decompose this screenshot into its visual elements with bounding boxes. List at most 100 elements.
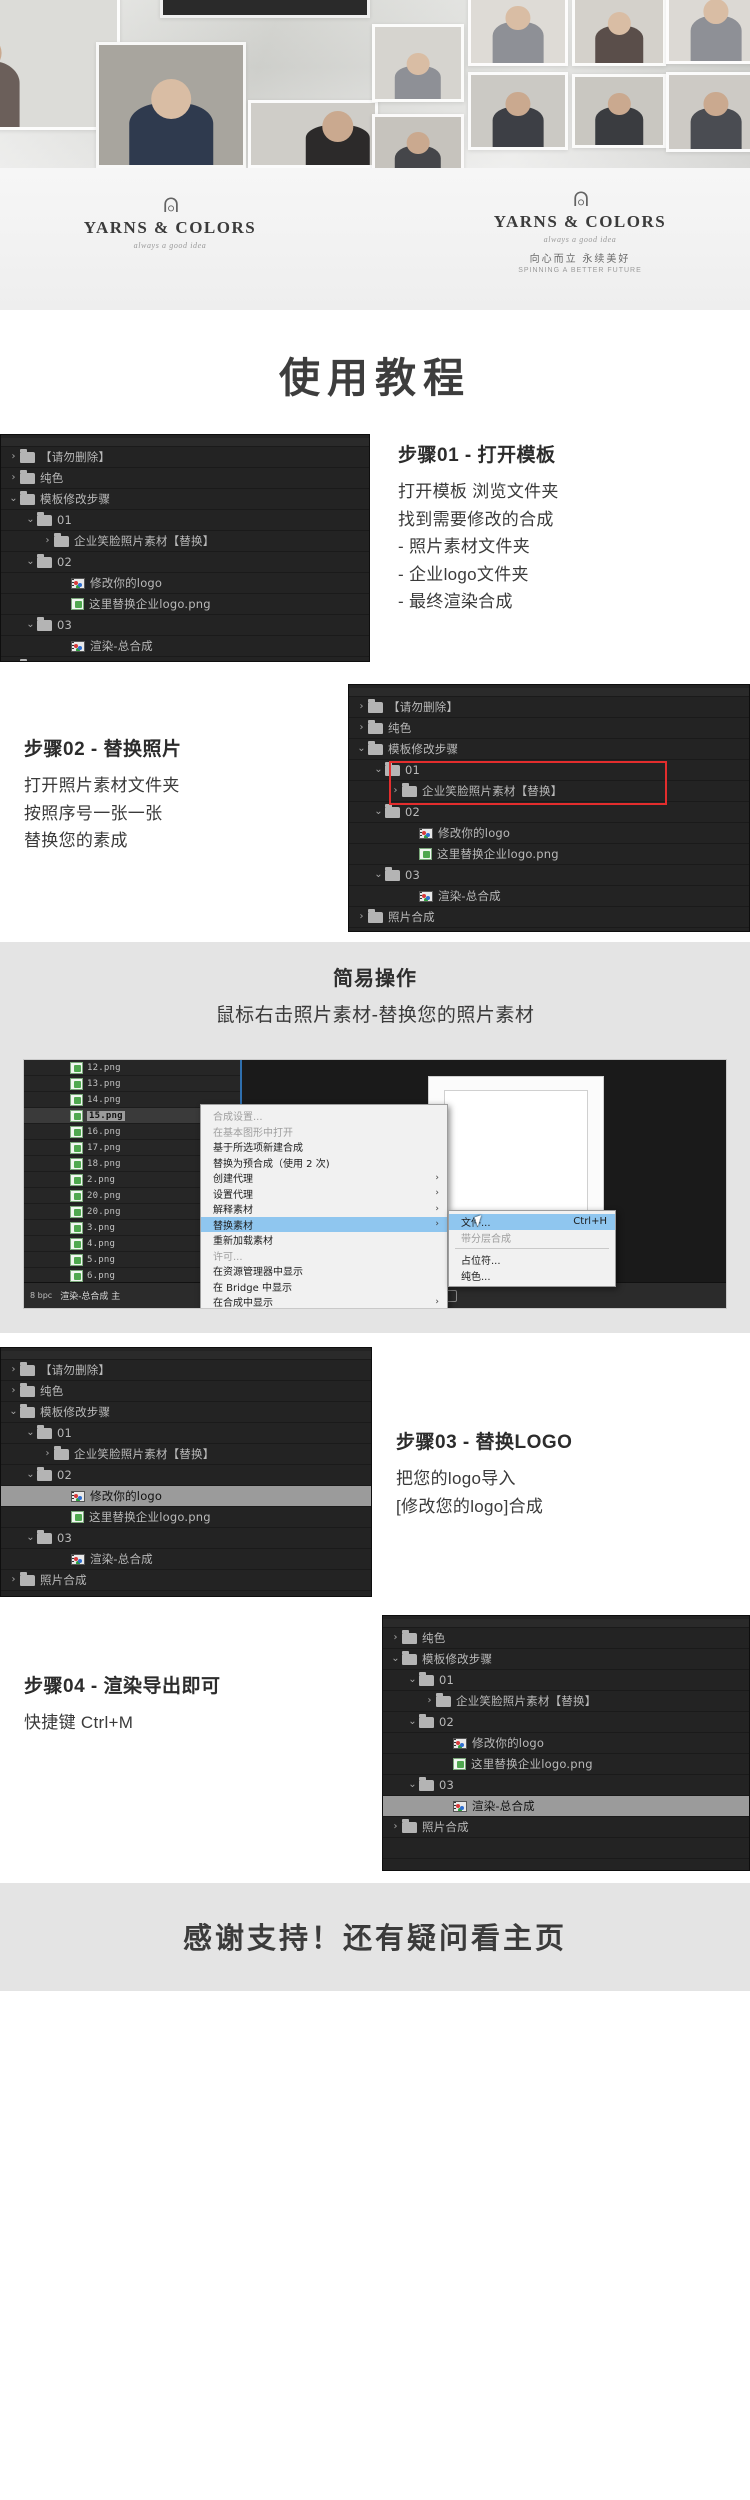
tree-row[interactable]: ⌄ 模板修改步骤 [383,1649,749,1670]
twirl-arrow-icon[interactable]: › [389,1633,402,1643]
twirl-arrow-icon[interactable]: ⌄ [406,1780,419,1790]
twirl-arrow-icon[interactable]: › [355,702,368,712]
twirl-arrow-icon[interactable]: ⌄ [372,870,385,880]
video-tile [666,0,750,64]
project-panel-step03[interactable]: › 【请勿删除】 › 纯色 ⌄ 模板修改步骤 ⌄ 01 › 企业笑脸照片素材【替换】 ⌄ 02 修改你的… [0,1347,372,1597]
twirl-arrow-icon[interactable]: ⌄ [355,744,368,754]
tree-row[interactable]: ⌄ 01 [1,1423,371,1444]
file-list-item[interactable]: 12.png [24,1060,240,1076]
tree-row[interactable]: ⌄ 模板修改步骤 [1,489,369,510]
twirl-arrow-icon[interactable]: ⌄ [372,807,385,817]
twirl-arrow-icon[interactable]: ⌄ [7,1407,20,1417]
twirl-arrow-icon[interactable]: ⌄ [24,1470,37,1480]
tree-row[interactable]: ›照片合成 [1,657,369,661]
context-menu-item[interactable]: 替换为预合成（使用 2 次) [201,1155,447,1171]
tree-row[interactable]: › 纯色 [1,1381,371,1402]
context-menu-item[interactable]: 在合成中显示 › [201,1294,447,1308]
tree-row[interactable]: 渲染-总合成 [349,886,749,907]
tree-row[interactable]: ⌄ 模板修改步骤 [349,739,749,760]
twirl-arrow-icon[interactable]: ⌄ [24,515,37,525]
tree-row[interactable]: ⌄ 03 [1,615,369,636]
tree-row[interactable]: 这里替换企业logo.png [349,844,749,865]
tree-row[interactable]: 修改你的logo [383,1733,749,1754]
tree-row[interactable]: 修改你的logo [1,1486,371,1507]
tree-row[interactable]: › 企业笑脸照片素材【替换】 [1,1444,371,1465]
tree-row[interactable]: ⌄ 01 [1,510,369,531]
submenu-item[interactable]: 占位符... [449,1252,615,1268]
twirl-arrow-icon[interactable]: ⌄ [406,1717,419,1727]
twirl-arrow-icon[interactable]: › [7,1575,20,1585]
twirl-arrow-icon[interactable]: ⌄ [7,494,20,504]
tree-row[interactable]: › 企业笑脸照片素材【替换】 [383,1691,749,1712]
context-menu-item[interactable]: 合成设置... [201,1108,447,1124]
tree-row[interactable]: › 【请勿删除】 [1,447,369,468]
tree-row[interactable]: 渲染-总合成 [1,636,369,657]
tree-row[interactable]: ⌄ 01 [349,760,749,781]
tree-row[interactable]: 渲染-总合成 [1,1549,371,1570]
context-menu-item[interactable]: 解释素材 › [201,1201,447,1217]
tree-row[interactable]: 这里替换企业logo.png [1,594,369,615]
tree-row[interactable]: › 企业笑脸照片素材【替换】 [1,531,369,552]
context-menu-item[interactable]: 在资源管理器中显示 [201,1263,447,1279]
twirl-arrow-icon[interactable]: › [423,1696,436,1706]
twirl-arrow-icon[interactable]: › [355,912,368,922]
tree-row[interactable]: 这里替换企业logo.png [383,1754,749,1775]
tree-row[interactable]: ⌄ 01 [383,1670,749,1691]
tree-row[interactable]: › 纯色 [1,468,369,489]
replace-footage-submenu[interactable]: 文件... Ctrl+H 带分层合成 占位符... 纯色... [448,1210,616,1287]
twirl-arrow-icon[interactable]: › [41,536,54,546]
tree-row[interactable]: › 纯色 [383,1628,749,1649]
tree-row[interactable]: 这里替换企业logo.png [1,1507,371,1528]
project-panel-step04[interactable]: › 纯色 ⌄ 模板修改步骤 ⌄ 01 › 企业笑脸照片素材【替换】 ⌄ 02 修改你的logo 这里替… [382,1615,750,1871]
file-list-item[interactable]: 13.png [24,1076,240,1092]
twirl-arrow-icon[interactable]: › [355,723,368,733]
tree-row[interactable]: ⌄ 02 [383,1712,749,1733]
context-menu-item[interactable]: 在 Bridge 中显示 [201,1279,447,1295]
twirl-arrow-icon[interactable]: › [7,473,20,483]
after-effects-screenshot[interactable]: 12.png 13.png 14.png 15.png 16.png 17.png 18.p… [23,1059,727,1309]
context-menu-item[interactable]: 创建代理 › [201,1170,447,1186]
project-panel-step01[interactable]: › 【请勿删除】 › 纯色 ⌄ 模板修改步骤 ⌄ 01 › 企业笑脸照片素材【替换】 ⌄ 02 修改你的… [0,434,370,662]
tree-row[interactable]: ›照片合成 [383,1817,749,1838]
png-file-icon [70,1221,83,1234]
context-menu-item[interactable]: 在基本图形中打开 [201,1124,447,1140]
tree-row[interactable]: › 企业笑脸照片素材【替换】 [349,781,749,802]
tree-row[interactable]: ›照片合成 [1,1570,371,1591]
submenu-item[interactable]: 纯色... [449,1268,615,1284]
tree-row[interactable]: ⌄ 模板修改步骤 [1,1402,371,1423]
submenu-item[interactable]: 带分层合成 [449,1230,615,1246]
twirl-arrow-icon[interactable]: ⌄ [389,1654,402,1664]
tree-row[interactable]: › 【请勿删除】 [1,1360,371,1381]
tree-row[interactable]: ⌄ 03 [349,865,749,886]
twirl-arrow-icon[interactable]: › [389,1822,402,1832]
project-panel-step02[interactable]: › 【请勿删除】 › 纯色 ⌄ 模板修改步骤 ⌄ 01 › 企业笑脸照片素材【替换】 ⌄ 02 修改你的… [348,684,750,932]
tree-row[interactable]: ⌄ 02 [349,802,749,823]
twirl-arrow-icon[interactable]: ⌄ [24,1533,37,1543]
twirl-arrow-icon[interactable]: ⌄ [24,620,37,630]
context-menu[interactable]: 合成设置... 在基本图形中打开 基于所选项新建合成 替换为预合成（使用 2 次) 创建… [200,1104,448,1308]
context-menu-item[interactable]: 许可... [201,1248,447,1264]
twirl-arrow-icon[interactable]: ⌄ [24,1428,37,1438]
twirl-arrow-icon[interactable]: ⌄ [372,765,385,775]
twirl-arrow-icon[interactable]: › [7,1386,20,1396]
tree-row[interactable]: 渲染-总合成 [383,1796,749,1817]
context-menu-item[interactable]: 基于所选项新建合成 [201,1139,447,1155]
context-menu-item[interactable]: 替换素材 › [201,1216,447,1232]
twirl-arrow-icon[interactable]: ⌄ [24,557,37,567]
twirl-arrow-icon[interactable]: ⌄ [406,1675,419,1685]
twirl-arrow-icon[interactable]: › [7,452,20,462]
tree-row[interactable]: ⌄ 03 [383,1775,749,1796]
tree-row[interactable]: ›照片合成 [349,907,749,928]
twirl-arrow-icon[interactable]: › [389,786,402,796]
tree-row[interactable]: 修改你的logo [349,823,749,844]
context-menu-item[interactable]: 设置代理 › [201,1186,447,1202]
tree-row[interactable]: › 纯色 [349,718,749,739]
tree-row[interactable]: 修改你的logo [1,573,369,594]
tree-row[interactable]: ⌄ 02 [1,1465,371,1486]
tree-row[interactable]: ⌄ 02 [1,552,369,573]
tree-row[interactable]: › 【请勿删除】 [349,697,749,718]
tree-row[interactable]: ⌄ 03 [1,1528,371,1549]
twirl-arrow-icon[interactable]: › [41,1449,54,1459]
twirl-arrow-icon[interactable]: › [7,1365,20,1375]
context-menu-item[interactable]: 重新加载素材 [201,1232,447,1248]
